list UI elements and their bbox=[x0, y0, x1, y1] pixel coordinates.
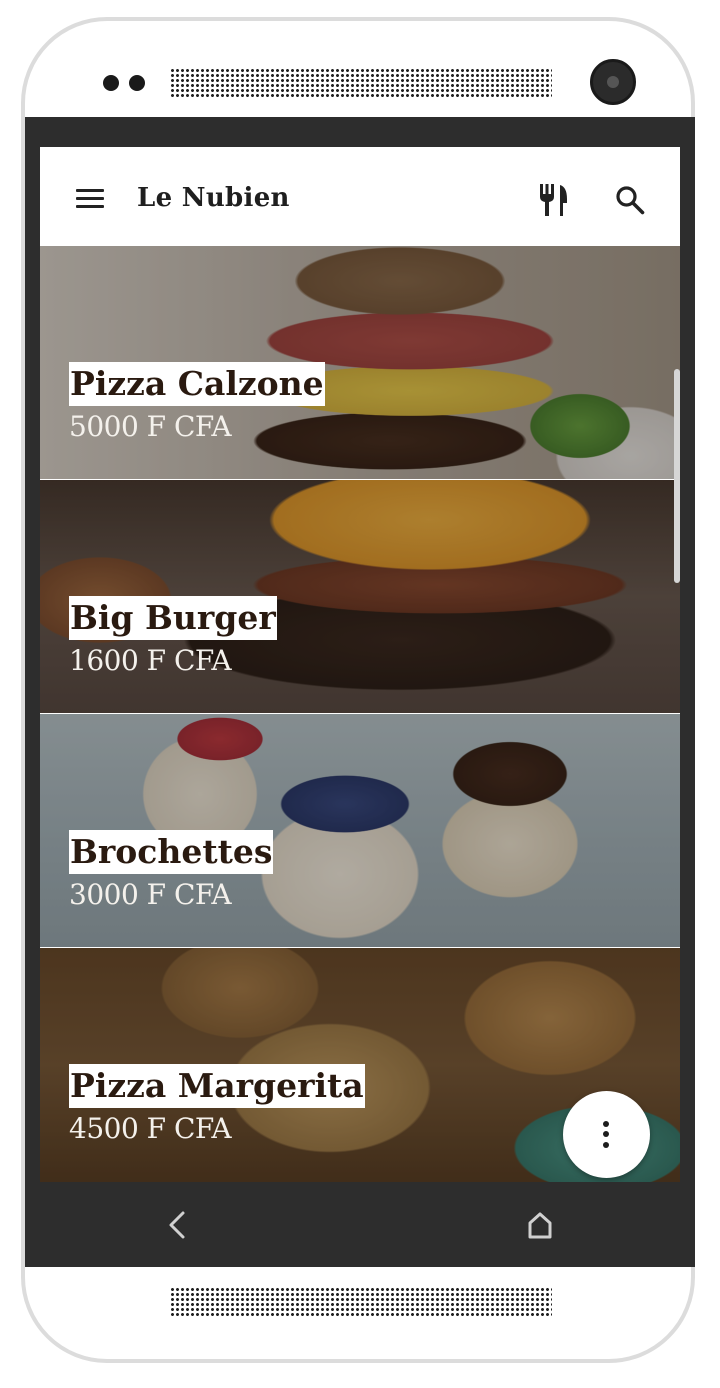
menu-item-name: Pizza Calzone bbox=[69, 362, 325, 406]
menu-item-name: Big Burger bbox=[69, 596, 277, 640]
front-camera bbox=[590, 59, 636, 105]
scrollbar[interactable] bbox=[674, 369, 680, 583]
menu-item-card[interactable]: Big Burger 1600 F CFA bbox=[40, 480, 680, 714]
menu-item-price: 5000 F CFA bbox=[69, 410, 232, 443]
cutlery-icon[interactable] bbox=[537, 183, 569, 217]
app-screen: Le Nubien Pizza Calzone 5000 F CFA Big B… bbox=[40, 147, 680, 1182]
menu-item-name: Brochettes bbox=[69, 830, 274, 874]
back-icon[interactable] bbox=[165, 1210, 189, 1240]
app-title: Le Nubien bbox=[137, 183, 290, 213]
menu-item-card[interactable]: Pizza Calzone 5000 F CFA bbox=[40, 246, 680, 480]
search-icon[interactable] bbox=[615, 185, 645, 215]
menu-icon[interactable] bbox=[76, 189, 104, 209]
sensor-dot bbox=[103, 75, 119, 91]
home-icon[interactable] bbox=[525, 1210, 555, 1240]
sensor-dot bbox=[129, 75, 145, 91]
menu-item-price: 3000 F CFA bbox=[69, 878, 232, 911]
system-navigation-bar bbox=[25, 1182, 695, 1267]
earpiece-speaker bbox=[170, 68, 552, 98]
more-options-button[interactable] bbox=[563, 1091, 650, 1178]
menu-item-price: 1600 F CFA bbox=[69, 644, 232, 677]
bottom-speaker bbox=[170, 1287, 552, 1317]
menu-item-name: Pizza Margerita bbox=[69, 1064, 365, 1108]
more-vertical-icon bbox=[603, 1121, 609, 1148]
menu-list: Pizza Calzone 5000 F CFA Big Burger 1600… bbox=[40, 246, 680, 1182]
menu-item-card[interactable]: Brochettes 3000 F CFA bbox=[40, 714, 680, 948]
app-bar: Le Nubien bbox=[40, 147, 680, 246]
menu-item-price: 4500 F CFA bbox=[69, 1112, 232, 1145]
